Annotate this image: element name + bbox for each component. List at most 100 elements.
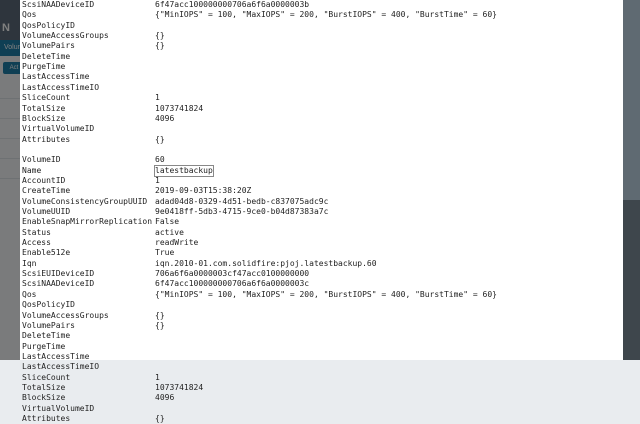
- property-key: VirtualVolumeID: [22, 124, 95, 134]
- property-key: ScsiEUIDeviceID: [22, 269, 95, 279]
- property-key: ScsiNAADeviceID: [22, 0, 95, 9]
- terminal-line: CreateTime 2019-09-03T15:38:20Z: [20, 186, 623, 196]
- property-value: {}: [155, 320, 165, 330]
- property-value: {"MinIOPS" = 100, "MaxIOPS" = 200, "Burs…: [155, 10, 497, 20]
- property-value: False: [155, 217, 180, 227]
- terminal-line: ScsiEUIDeviceID 706a6f6a0000003cf47acc010…: [20, 269, 623, 279]
- terminal-line: LastAccessTime: [20, 352, 623, 362]
- property-key: BlockSize: [22, 393, 66, 403]
- property-value: 1: [155, 175, 160, 185]
- terminal-line: Attributes {}: [20, 414, 623, 424]
- property-key: Name: [22, 165, 42, 175]
- property-value: {}: [155, 31, 165, 41]
- property-value: {}: [155, 134, 165, 144]
- window-edge-lower: [623, 200, 640, 360]
- terminal-line: LastAccessTimeIO: [20, 83, 623, 93]
- property-key: Access: [22, 238, 51, 248]
- terminal-line: LastAccessTime: [20, 72, 623, 82]
- terminal-line: Status active: [20, 228, 623, 238]
- terminal-line: TotalSize 1073741824: [20, 383, 623, 393]
- property-key: Qos: [22, 10, 37, 20]
- property-key: CreateTime: [22, 186, 71, 196]
- property-key: VolumeConsistencyGroupUUID: [22, 196, 148, 206]
- property-value: adad04d8-0329-4d51-bedb-c837075adc9c: [155, 196, 329, 206]
- property-key: VolumePairs: [22, 320, 75, 330]
- terminal-line: PurgeTime: [20, 342, 623, 352]
- property-key: Status: [22, 227, 51, 237]
- property-key: DeleteTime: [22, 51, 71, 61]
- selected-name-value: latestbackup: [154, 164, 214, 177]
- terminal-line: Iqn iqn.2010-01.com.solidfire:pjoj.latest…: [20, 259, 623, 269]
- property-value: 1073741824: [155, 382, 204, 392]
- terminal-line: DeleteTime: [20, 331, 623, 341]
- property-key: Attributes: [22, 414, 71, 423]
- property-value: 2019-09-03T15:38:20Z: [155, 186, 252, 196]
- terminal-line: PurgeTime: [20, 62, 623, 72]
- terminal-line: Name latestbackup: [20, 164, 623, 177]
- property-value: {}: [155, 41, 165, 51]
- terminal-line: SliceCount 1: [20, 373, 623, 383]
- terminal-line: EnableSnapMirrorReplication False: [20, 217, 623, 227]
- terminal-line: Attributes {}: [20, 135, 623, 145]
- terminal-line: SliceCount 1: [20, 93, 623, 103]
- property-value: {}: [155, 310, 165, 320]
- terminal-line: QosPolicyID: [20, 21, 623, 31]
- property-value: 1: [155, 93, 160, 103]
- property-value: 4096: [155, 113, 175, 123]
- terminal-line: DeleteTime: [20, 52, 623, 62]
- property-key: QosPolicyID: [22, 300, 75, 310]
- property-value: 6f47acc100000000706a6f6a0000003c: [155, 279, 310, 289]
- property-value: readWrite: [155, 238, 199, 248]
- terminal-line: Access readWrite: [20, 238, 623, 248]
- property-value: 6f47acc100000000706a6f6a0000003b: [155, 0, 310, 9]
- terminal-line: VolumeAccessGroups {}: [20, 31, 623, 41]
- property-value: 1073741824: [155, 103, 204, 113]
- property-value: 4096: [155, 393, 175, 403]
- property-key: LastAccessTimeIO: [22, 362, 100, 372]
- property-value: 9e0418ff-5db3-4715-9ce0-b04d87383a7c: [155, 207, 329, 216]
- terminal-line: VolumeUUID 9e0418ff-5db3-4715-9ce0-b04d87…: [20, 207, 623, 217]
- terminal-line: ScsiNAADeviceID 6f47acc100000000706a6f6a0…: [20, 0, 623, 10]
- terminal-line: Qos {"MinIOPS" = 100, "MaxIOPS" = 200, "B…: [20, 290, 623, 300]
- property-key: TotalSize: [22, 103, 66, 113]
- terminal-line: VolumeConsistencyGroupUUID adad04d8-0329-…: [20, 197, 623, 207]
- property-key: QosPolicyID: [22, 20, 75, 30]
- property-key: PurgeTime: [22, 62, 66, 72]
- terminal-line: Enable512e True: [20, 248, 623, 258]
- terminal-line: BlockSize 4096: [20, 393, 623, 403]
- property-value: iqn.2010-01.com.solidfire:pjoj.latestbac…: [155, 258, 377, 268]
- property-value: 1: [155, 372, 160, 382]
- property-key: VolumeAccessGroups: [22, 310, 109, 320]
- property-key: SliceCount: [22, 93, 71, 103]
- terminal-line: VolumeAccessGroups {}: [20, 311, 623, 321]
- terminal-line: AccountID 1: [20, 176, 623, 186]
- property-key: DeleteTime: [22, 331, 71, 341]
- property-value: 706a6f6a0000003cf47acc0100000000: [155, 269, 310, 279]
- property-key: VolumeAccessGroups: [22, 31, 109, 41]
- property-key: Qos: [22, 289, 37, 299]
- terminal-line: BlockSize 4096: [20, 114, 623, 124]
- property-key: EnableSnapMirrorReplication: [22, 217, 153, 227]
- property-key: VolumeUUID: [22, 207, 71, 216]
- terminal-line: VolumePairs {}: [20, 41, 623, 51]
- property-key: TotalSize: [22, 382, 66, 392]
- property-key: ScsiNAADeviceID: [22, 279, 95, 289]
- property-key: SliceCount: [22, 372, 71, 382]
- property-key: VolumePairs: [22, 41, 75, 51]
- terminal-line: VirtualVolumeID: [20, 124, 623, 134]
- property-key: AccountID: [22, 175, 66, 185]
- terminal-line: QosPolicyID: [20, 300, 623, 310]
- terminal-line: VolumePairs {}: [20, 321, 623, 331]
- terminal-line: Qos {"MinIOPS" = 100, "MaxIOPS" = 200, "B…: [20, 10, 623, 20]
- property-key: VirtualVolumeID: [22, 403, 95, 413]
- property-key: Iqn: [22, 258, 37, 268]
- property-key: PurgeTime: [22, 341, 66, 351]
- property-value: True: [155, 248, 175, 258]
- property-value: {}: [155, 414, 165, 423]
- property-key: Attributes: [22, 134, 71, 144]
- property-value: active: [155, 227, 184, 237]
- property-key: VolumeID: [22, 155, 61, 165]
- terminal-output: ScsiNAADeviceID 6f47acc100000000706a6f6a0…: [20, 0, 623, 423]
- property-value: {"MinIOPS" = 100, "MaxIOPS" = 200, "Burs…: [155, 289, 497, 299]
- terminal-line: VirtualVolumeID: [20, 404, 623, 414]
